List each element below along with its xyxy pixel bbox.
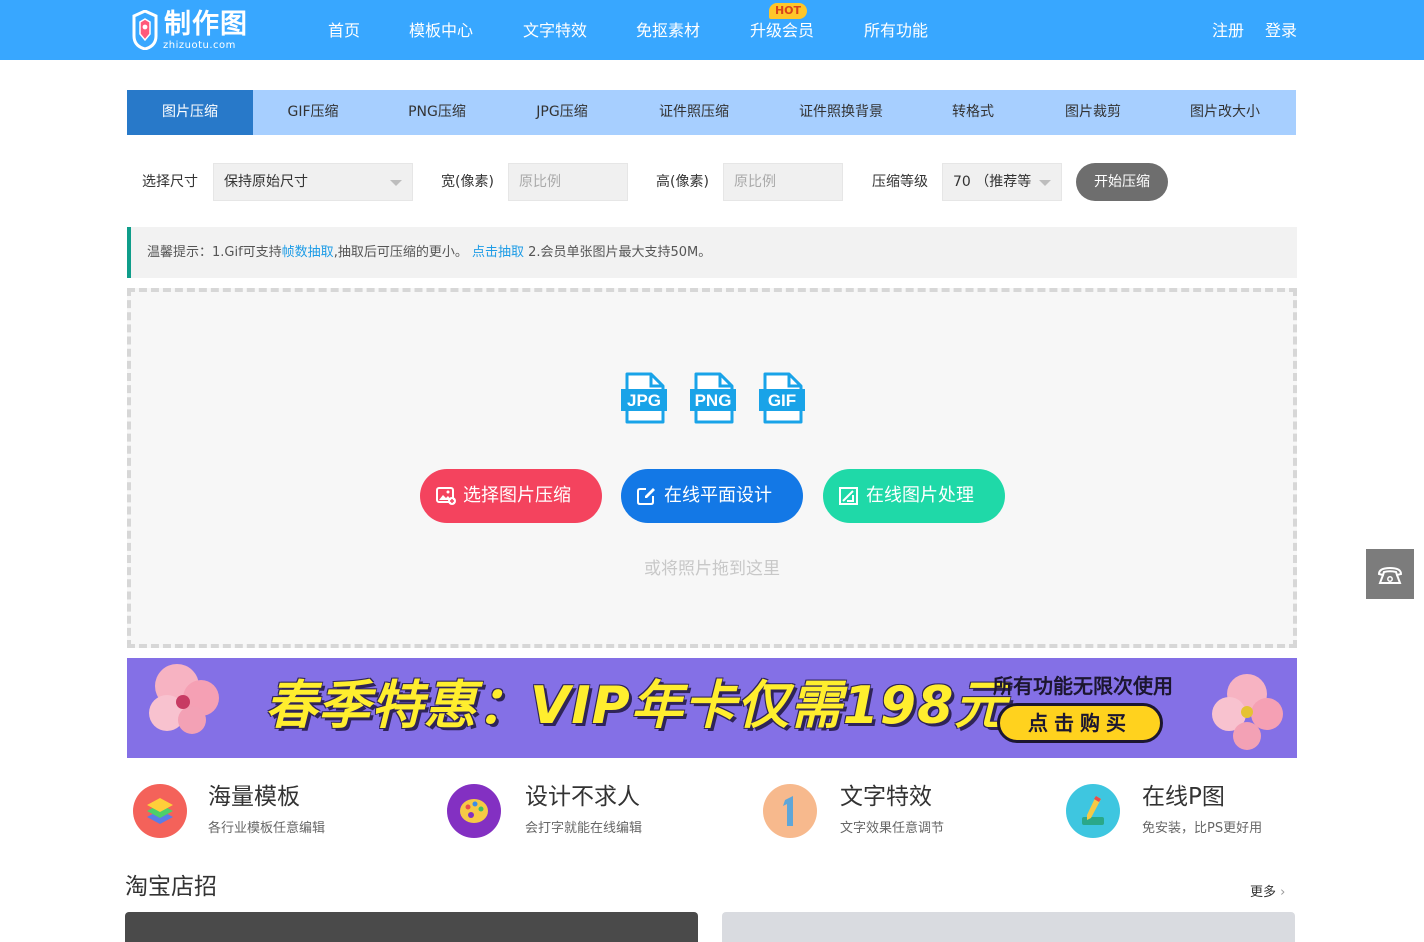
layers-icon — [147, 798, 173, 824]
tab-gif-compress[interactable]: GIF压缩 — [253, 90, 373, 135]
register-link[interactable]: 注册 — [1212, 20, 1244, 42]
number-one-icon — [783, 796, 793, 826]
pencil-icon — [1082, 796, 1104, 825]
select-image-compress-button[interactable]: 选择图片压缩 — [420, 469, 602, 523]
tab-image-crop[interactable]: 图片裁剪 — [1033, 90, 1153, 135]
height-label: 高(像素) — [656, 174, 709, 190]
size-select-value: 保持原始尺寸 — [224, 174, 308, 190]
templates-feature-icon — [133, 784, 187, 838]
tab-png-compress[interactable]: PNG压缩 — [377, 90, 497, 135]
logo-pencil-icon — [132, 10, 158, 50]
feature-desc-templates: 各行业模板任意编辑 — [208, 821, 326, 836]
banner-subline: 所有功能无限次使用 — [993, 674, 1173, 698]
tab-image-compress[interactable]: 图片压缩 — [127, 90, 253, 135]
feature-title-design: 设计不求人 — [525, 784, 640, 810]
gif-label: GIF — [768, 391, 796, 410]
tool-tabs: 图片压缩 GIF压缩 PNG压缩 JPG压缩 证件照压缩 证件照换背景 转格式 … — [127, 90, 1296, 135]
feature-title-templates: 海量模板 — [208, 784, 300, 810]
nav-cutout-materials[interactable]: 免抠素材 — [636, 20, 700, 42]
online-image-edit-button[interactable]: 在线图片处理 — [823, 469, 1005, 523]
tip-bar: 温馨提示：1.Gif可支持帧数抽取,抽取后可压缩的更小。 点击抽取 2.会员单张… — [127, 227, 1297, 278]
png-label: PNG — [695, 391, 732, 410]
feature-title-online-ps: 在线P图 — [1142, 784, 1225, 810]
promo-banner[interactable]: 春季特惠：VIP年卡仅需198元 所有功能无限次使用 点击购买 — [127, 658, 1297, 758]
login-link[interactable]: 登录 — [1265, 20, 1297, 42]
png-file-icon: PNG — [690, 372, 736, 424]
nav-upgrade-vip[interactable]: 升级会员 — [750, 20, 814, 42]
hot-badge: HOT — [769, 3, 807, 19]
level-select[interactable]: 70 （推荐等 — [942, 163, 1062, 201]
jpg-label: JPG — [627, 391, 661, 410]
tab-convert-format[interactable]: 转格式 — [913, 90, 1033, 135]
logo-text: 制作图 — [164, 9, 248, 40]
nav-text-effects[interactable]: 文字特效 — [523, 20, 587, 42]
top-header: 制作图 zhizuotu.com 首页 模板中心 文字特效 免抠素材 HOT 升… — [0, 0, 1424, 60]
click-extract-link[interactable]: 点击抽取 — [472, 245, 524, 260]
start-compress-button[interactable]: 开始压缩 — [1076, 163, 1168, 201]
more-link[interactable]: 更多 › — [1250, 881, 1285, 900]
tab-id-photo-compress[interactable]: 证件照压缩 — [634, 90, 754, 135]
feature-desc-text-effects: 文字效果任意调节 — [840, 821, 945, 836]
width-label: 宽(像素) — [441, 174, 494, 190]
chevron-down-icon — [390, 180, 402, 186]
template-card[interactable] — [722, 912, 1295, 942]
nav-home[interactable]: 首页 — [328, 20, 360, 42]
contact-phone-button[interactable] — [1366, 549, 1414, 599]
edit-icon — [637, 488, 655, 505]
tip-prefix: 温馨提示：1.Gif可支持 — [147, 245, 282, 260]
select-image-compress-label: 选择图片压缩 — [463, 485, 571, 506]
banner-buy-button[interactable]: 点击购买 — [997, 703, 1163, 743]
palette-icon — [460, 799, 488, 823]
online-design-button[interactable]: 在线平面设计 — [621, 469, 803, 523]
tip-suffix: 2.会员单张图片最大支持50M。 — [523, 245, 712, 260]
tab-image-resize[interactable]: 图片改大小 — [1165, 90, 1285, 135]
size-select[interactable]: 保持原始尺寸 — [213, 163, 413, 201]
online-image-edit-label: 在线图片处理 — [866, 485, 974, 506]
drag-drop-hint: 或将照片拖到这里 — [644, 559, 780, 579]
template-card[interactable] — [125, 912, 698, 942]
width-input[interactable]: 原比例 — [508, 163, 628, 201]
height-input[interactable]: 原比例 — [723, 163, 843, 201]
nav-all-features[interactable]: 所有功能 — [864, 20, 928, 42]
tip-middle: ,抽取后可压缩的更小。 — [333, 245, 472, 260]
tab-jpg-compress[interactable]: JPG压缩 — [502, 90, 622, 135]
phone-icon — [1377, 566, 1403, 584]
size-label: 选择尺寸 — [142, 174, 198, 190]
image-upload-icon — [436, 487, 456, 505]
feature-desc-design: 会打字就能在线编辑 — [525, 821, 643, 836]
logo-subtitle: zhizuotu.com — [163, 40, 236, 51]
online-design-label: 在线平面设计 — [664, 485, 772, 506]
flower-decoration-icon — [149, 664, 219, 734]
more-label: 更多 — [1250, 885, 1277, 900]
site-logo[interactable]: 制作图 zhizuotu.com — [130, 8, 260, 54]
upload-dropzone[interactable]: JPG PNG GIF 选择图片压缩 在线平面设计 在线图片处理 或将照片拖到这… — [127, 288, 1297, 648]
chevron-down-icon — [1039, 180, 1051, 186]
image-edit-icon — [839, 487, 858, 505]
flower-decoration-icon — [1212, 674, 1283, 750]
online-ps-feature-icon — [1066, 784, 1120, 838]
banner-headline: 春季特惠：VIP年卡仅需198元 — [265, 676, 1008, 736]
section-title: 淘宝店招 — [125, 874, 217, 900]
design-feature-icon — [447, 784, 501, 838]
level-label: 压缩等级 — [872, 174, 928, 190]
frame-extract-link[interactable]: 帧数抽取 — [282, 245, 334, 260]
level-select-value: 70 （推荐等 — [953, 174, 1032, 190]
chevron-right-icon: › — [1280, 885, 1286, 900]
feature-title-text-effects: 文字特效 — [840, 784, 932, 810]
tab-id-photo-background[interactable]: 证件照换背景 — [781, 90, 901, 135]
jpg-file-icon: JPG — [621, 372, 667, 424]
nav-templates[interactable]: 模板中心 — [409, 20, 473, 42]
text-effects-feature-icon — [763, 784, 817, 838]
gif-file-icon: GIF — [759, 372, 805, 424]
feature-desc-online-ps: 免安装，比PS更好用 — [1142, 821, 1263, 836]
